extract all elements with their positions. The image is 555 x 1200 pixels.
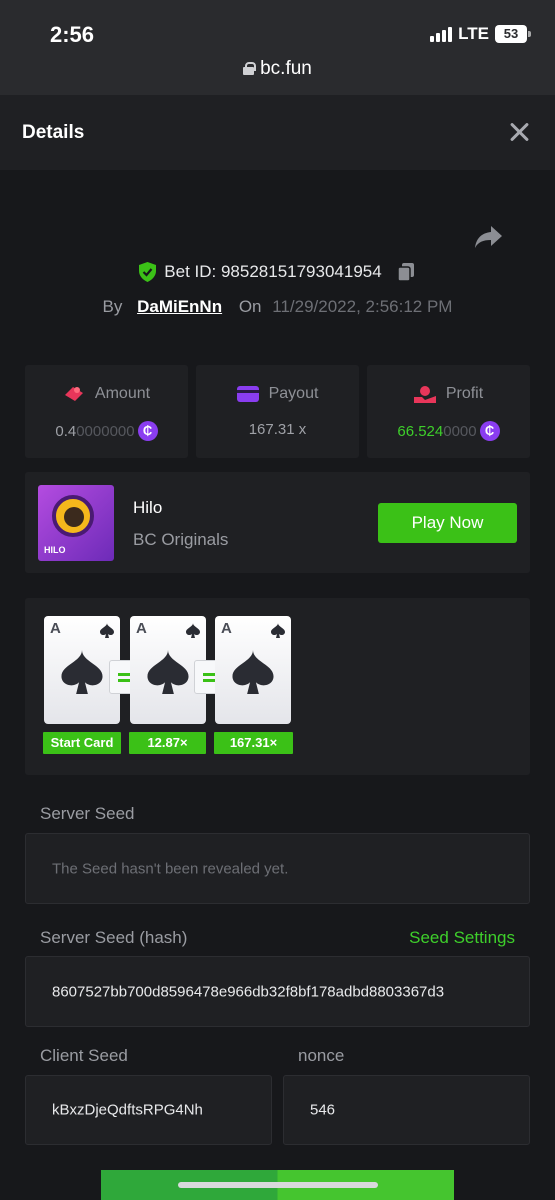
nonce-field[interactable]: 546: [283, 1075, 530, 1145]
home-indicator[interactable]: [178, 1182, 378, 1188]
amount-value: 0.40000000: [55, 422, 135, 440]
url-text: bc.fun: [260, 58, 312, 79]
on-label: On: [238, 297, 262, 316]
status-indicators: LTE 53: [430, 24, 531, 44]
network-label: LTE: [458, 24, 489, 43]
payout-label: Payout: [268, 385, 319, 402]
profit-icon: [413, 386, 436, 403]
nonce-value: 546: [310, 1101, 336, 1119]
battery-icon: 53: [495, 25, 531, 43]
client-seed-field[interactable]: kBxzDjeQdftsRPG4Nh: [25, 1075, 272, 1145]
nonce-label: nonce: [298, 1046, 345, 1065]
payout-value: 167.31 x: [248, 421, 307, 438]
card-rank: A: [50, 620, 61, 637]
coin-icon: ₵: [479, 421, 500, 441]
bet-id-row: Bet ID: 98528151793041954: [0, 262, 555, 282]
coin-icon: ₵: [137, 421, 158, 441]
profit-value: 66.5240000: [397, 422, 477, 440]
bet-stats: Amount 0.40000000 ₵ Payout 167.31 x Prof…: [25, 365, 530, 458]
url-bar[interactable]: bc.fun: [0, 58, 555, 80]
server-hash-value: 8607527bb700d8596478e966db32f8bf178adbd8…: [52, 983, 445, 1000]
thumb-label: HILO: [44, 545, 66, 555]
play-now-button[interactable]: Play Now: [378, 503, 517, 543]
bet-author-row: By DaMiEnNn On 11/29/2022, 2:56:12 PM: [0, 297, 555, 317]
signal-icon: [430, 26, 453, 42]
spade-icon: [271, 623, 285, 638]
server-hash-label: Server Seed (hash): [40, 928, 188, 947]
bet-id: Bet ID: 98528151793041954: [164, 262, 382, 281]
server-hash-field[interactable]: 8607527bb700d8596478e966db32f8bf178adbd8…: [25, 956, 530, 1027]
stat-payout: Payout 167.31 x: [196, 365, 359, 458]
cards-panel: A A A Start Card 12.87× 167.31×: [25, 598, 530, 775]
stat-profit: Profit 66.5240000 ₵: [367, 365, 530, 458]
amount-icon: [64, 387, 83, 401]
card-rank: A: [136, 620, 147, 637]
server-seed-label: Server Seed: [40, 804, 135, 823]
lock-icon: [243, 62, 257, 75]
server-seed-field: The Seed hasn't been revealed yet.: [25, 833, 530, 904]
by-label: By: [102, 297, 123, 316]
amount-label: Amount: [94, 385, 151, 402]
status-bar: 2:56 LTE 53 bc.fun: [0, 0, 555, 95]
card-label: Start Card: [43, 732, 121, 754]
payout-icon: [236, 386, 259, 402]
client-seed-value: kBxzDjeQdftsRPG4Nh: [52, 1101, 203, 1119]
playing-card: A: [215, 616, 291, 724]
card-rank: A: [221, 620, 232, 637]
shield-check-icon: [139, 262, 157, 282]
status-time: 2:56: [50, 22, 95, 47]
server-seed-value: The Seed hasn't been revealed yet.: [52, 860, 289, 877]
spade-icon: [186, 623, 200, 638]
game-card: HILO Hilo BC Originals Play Now: [25, 472, 530, 573]
spade-icon: [232, 650, 274, 694]
spade-icon: [61, 650, 103, 694]
card-label: 167.31×: [214, 732, 293, 754]
stat-amount: Amount 0.40000000 ₵: [25, 365, 188, 458]
game-thumbnail[interactable]: HILO: [38, 485, 114, 561]
copy-icon[interactable]: [396, 262, 416, 282]
card-label: 12.87×: [129, 732, 206, 754]
seed-settings-link[interactable]: Seed Settings: [409, 928, 515, 948]
spade-icon: [100, 623, 114, 638]
client-seed-label: Client Seed: [40, 1046, 128, 1065]
page-title: Details: [22, 122, 85, 143]
details-header: Details: [0, 95, 555, 170]
profit-label: Profit: [445, 385, 484, 402]
username-link[interactable]: DaMiEnNn: [137, 297, 222, 316]
game-provider: BC Originals: [133, 530, 229, 549]
share-icon[interactable]: [474, 224, 504, 250]
bet-date: 11/29/2022, 2:56:12 PM: [272, 297, 453, 316]
spade-icon: [147, 650, 189, 694]
game-name: Hilo: [133, 498, 163, 517]
close-icon[interactable]: [509, 122, 529, 142]
